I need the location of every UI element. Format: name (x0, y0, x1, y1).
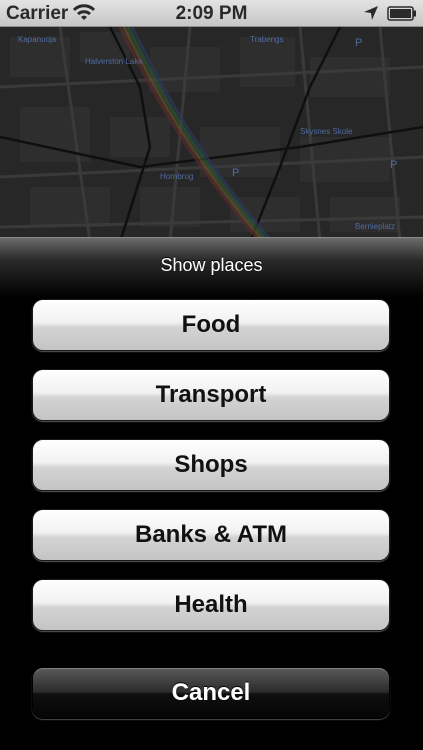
cancel-button[interactable]: Cancel (32, 667, 390, 719)
banks-atm-button[interactable]: Banks & ATM (32, 509, 390, 561)
clock: 2:09 PM (175, 3, 248, 24)
status-bar: Carrier 2:09 PM (0, 0, 423, 27)
transport-button[interactable]: Transport (32, 369, 390, 421)
food-button[interactable]: Food (32, 299, 390, 351)
map-label: Halverston Lake (85, 57, 143, 66)
map-label: Kapanuoja (18, 35, 57, 44)
parking-icon: P (390, 159, 398, 171)
location-icon (364, 6, 378, 20)
map-label: Skysnes Skole (300, 127, 353, 136)
map-dim-overlay (0, 27, 423, 242)
parking-icon: P (232, 167, 240, 179)
battery-icon (387, 6, 416, 21)
health-button[interactable]: Health (32, 579, 390, 631)
screen: Carrier 2:09 PM Kapanuoja Halverston Lak… (0, 0, 423, 750)
sheet-title: Show places (160, 255, 263, 275)
map-label: Bernieplatz (355, 222, 396, 231)
map-label: Trabengs (250, 35, 284, 44)
shops-button[interactable]: Shops (32, 439, 390, 491)
map-label: Hornbrog (160, 172, 194, 181)
action-sheet: Show places Food Transport Shops Banks &… (0, 237, 423, 750)
parking-icon: P (355, 37, 363, 49)
map-view[interactable]: Kapanuoja Halverston Lake Trabengs Skysn… (0, 27, 423, 242)
